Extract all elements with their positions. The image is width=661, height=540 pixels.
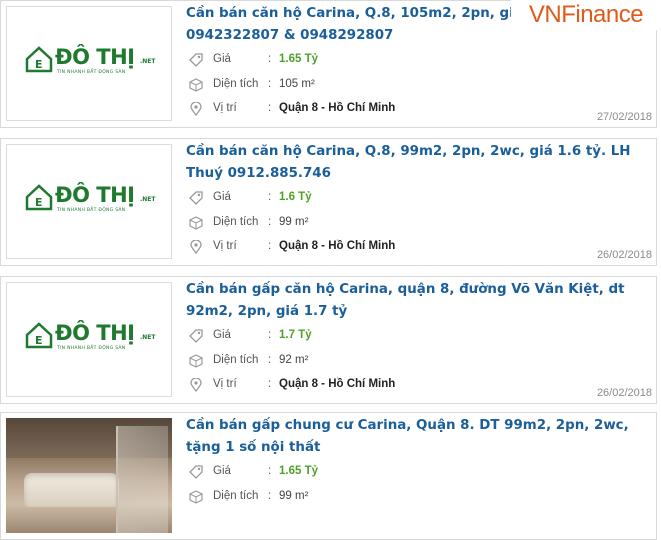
- location-colon: :: [268, 240, 272, 252]
- area-colon: :: [268, 490, 272, 502]
- map-pin-icon: [190, 378, 202, 392]
- location-colon: :: [268, 102, 272, 114]
- area-icon: [189, 490, 203, 504]
- listing-thumbnail[interactable]: E ĐÔ THỊ .NET TIN NHANH BẤT ĐỘNG SẢN: [6, 6, 172, 121]
- listing-thumbnail[interactable]: E ĐÔ THỊ .NET TIN NHANH BẤT ĐỘNG SẢN: [6, 144, 172, 259]
- area-icon: [189, 216, 203, 230]
- location-value: Quận 8 - Hồ Chí Minh: [279, 240, 396, 252]
- area-icon: [189, 354, 203, 368]
- tag-icon: [189, 465, 203, 479]
- tag-icon: [189, 53, 203, 67]
- house-icon: E: [25, 184, 53, 211]
- svg-text:E: E: [35, 58, 43, 71]
- dothi-logo: E ĐÔ THỊ .NET TIN NHANH BẤT ĐỘNG SẢN: [25, 45, 156, 81]
- price-label: Giá: [213, 465, 231, 477]
- area-label: Diện tích: [213, 354, 259, 366]
- price-value: 1.7 Tỷ: [279, 329, 312, 341]
- listing-title-link[interactable]: Cần bán gấp căn hộ Carina, quận 8, đường…: [186, 279, 651, 323]
- tag-icon: [189, 191, 203, 205]
- location-label: Vị trí: [213, 240, 237, 252]
- brand-tld: .NET: [140, 334, 156, 341]
- location-value: Quận 8 - Hồ Chí Minh: [279, 378, 396, 390]
- dothi-logo: E ĐÔ THỊ .NET TIN NHANH BẤT ĐỘNG SẢN: [25, 183, 156, 219]
- price-label: Giá: [213, 191, 231, 203]
- area-value: 92 m²: [279, 354, 309, 366]
- area-colon: :: [268, 354, 272, 366]
- listing-title-link[interactable]: Cần bán căn hộ Carina, Q.8, 99m2, 2pn, 2…: [186, 141, 651, 185]
- brand-tld: .NET: [140, 58, 156, 65]
- price-colon: :: [268, 191, 272, 203]
- brand-tagline: TIN NHANH BẤT ĐỘNG SẢN: [57, 208, 126, 213]
- brand-text: ĐÔ THỊ: [55, 321, 135, 345]
- svg-text:E: E: [35, 334, 43, 347]
- area-colon: :: [268, 78, 272, 90]
- price-colon: :: [268, 465, 272, 477]
- listing-photo[interactable]: [6, 418, 172, 533]
- listing-date: 27/02/2018: [596, 111, 652, 123]
- location-label: Vị trí: [213, 378, 237, 390]
- area-value: 99 m²: [279, 216, 309, 228]
- price-colon: :: [268, 329, 272, 341]
- area-label: Diện tích: [213, 490, 259, 502]
- map-pin-icon: [190, 240, 202, 254]
- area-value: 105 m²: [279, 78, 315, 90]
- tag-icon: [189, 329, 203, 343]
- listing-card[interactable]: E ĐÔ THỊ .NET TIN NHANH BẤT ĐỘNG SẢN Cần…: [0, 276, 657, 404]
- price-label: Giá: [213, 53, 231, 65]
- price-value: 1.6 Tỷ: [279, 191, 312, 203]
- area-colon: :: [268, 216, 272, 228]
- house-icon: E: [25, 322, 53, 349]
- house-icon: E: [25, 46, 53, 73]
- listing-date: 26/02/2018: [596, 249, 652, 261]
- photo-glass-door: [116, 426, 168, 533]
- location-colon: :: [268, 378, 272, 390]
- brand-tagline: TIN NHANH BẤT ĐỘNG SẢN: [57, 346, 126, 351]
- price-value: 1.65 Tỷ: [279, 53, 318, 65]
- listing-card[interactable]: E ĐÔ THỊ .NET TIN NHANH BẤT ĐỘNG SẢN Cần…: [0, 138, 657, 266]
- area-label: Diện tích: [213, 78, 259, 90]
- map-pin-icon: [190, 102, 202, 116]
- svg-text:E: E: [35, 196, 43, 209]
- area-icon: [189, 78, 203, 92]
- listing-thumbnail[interactable]: E ĐÔ THỊ .NET TIN NHANH BẤT ĐỘNG SẢN: [6, 282, 172, 397]
- price-value: 1.65 Tỷ: [279, 465, 318, 477]
- dothi-logo: E ĐÔ THỊ .NET TIN NHANH BẤT ĐỘNG SẢN: [25, 321, 156, 357]
- brand-tld: .NET: [140, 196, 156, 203]
- watermark: VNFinance: [511, 0, 661, 30]
- listing-card[interactable]: Cần bán gấp chung cư Carina, Quận 8. DT …: [0, 412, 657, 540]
- location-label: Vị trí: [213, 102, 237, 114]
- area-label: Diện tích: [213, 216, 259, 228]
- price-colon: :: [268, 53, 272, 65]
- listing-title-link[interactable]: Cần bán gấp chung cư Carina, Quận 8. DT …: [186, 415, 651, 459]
- price-label: Giá: [213, 329, 231, 341]
- photo-bathtub: [24, 473, 119, 507]
- brand-text: ĐÔ THỊ: [55, 45, 135, 69]
- brand-text: ĐÔ THỊ: [55, 183, 135, 207]
- location-value: Quận 8 - Hồ Chí Minh: [279, 102, 396, 114]
- brand-tagline: TIN NHANH BẤT ĐỘNG SẢN: [57, 70, 126, 75]
- listing-date: 26/02/2018: [596, 387, 652, 399]
- area-value: 99 m²: [279, 490, 309, 502]
